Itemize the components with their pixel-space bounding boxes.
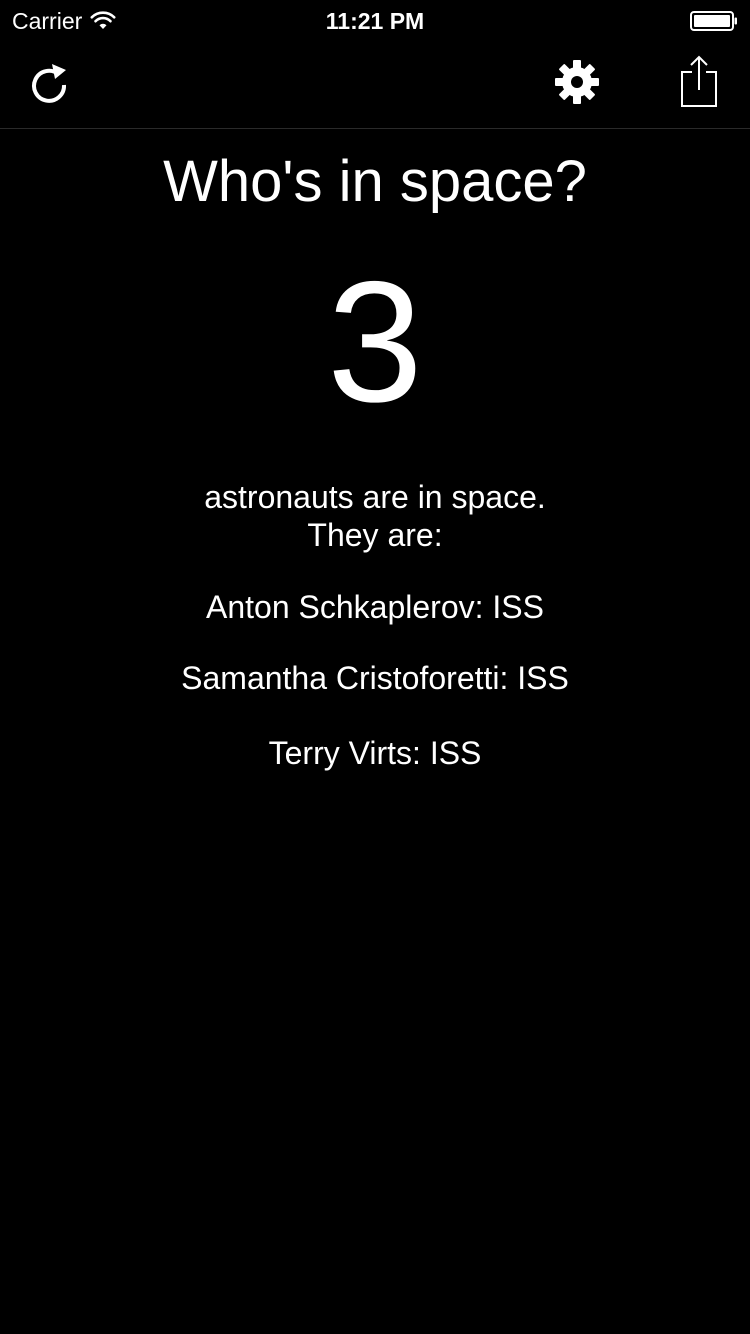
settings-button[interactable] [548,54,606,110]
share-button[interactable] [672,50,726,114]
refresh-button[interactable] [22,54,78,110]
astronaut-count: 3 [327,246,423,438]
page-title: Who's in space? [163,149,587,214]
subtitle: astronauts are in space. They are: [0,478,750,554]
subtitle-line-1: astronauts are in space. [204,479,546,515]
share-icon [681,55,717,107]
refresh-icon [32,64,67,103]
astronaut-item: Samantha Cristoforetti: ISS [181,660,569,696]
toolbar [0,40,750,129]
battery-icon [690,11,737,31]
gear-icon [555,60,599,104]
astronaut-item: Terry Virts: ISS [268,735,482,771]
status-bar: Carrier 11:21 PM [0,0,750,40]
subtitle-line-2: They are: [307,517,443,553]
astronaut-item: Anton Schkaplerov: ISS [206,589,544,625]
status-time: 11:21 PM [325,8,425,34]
